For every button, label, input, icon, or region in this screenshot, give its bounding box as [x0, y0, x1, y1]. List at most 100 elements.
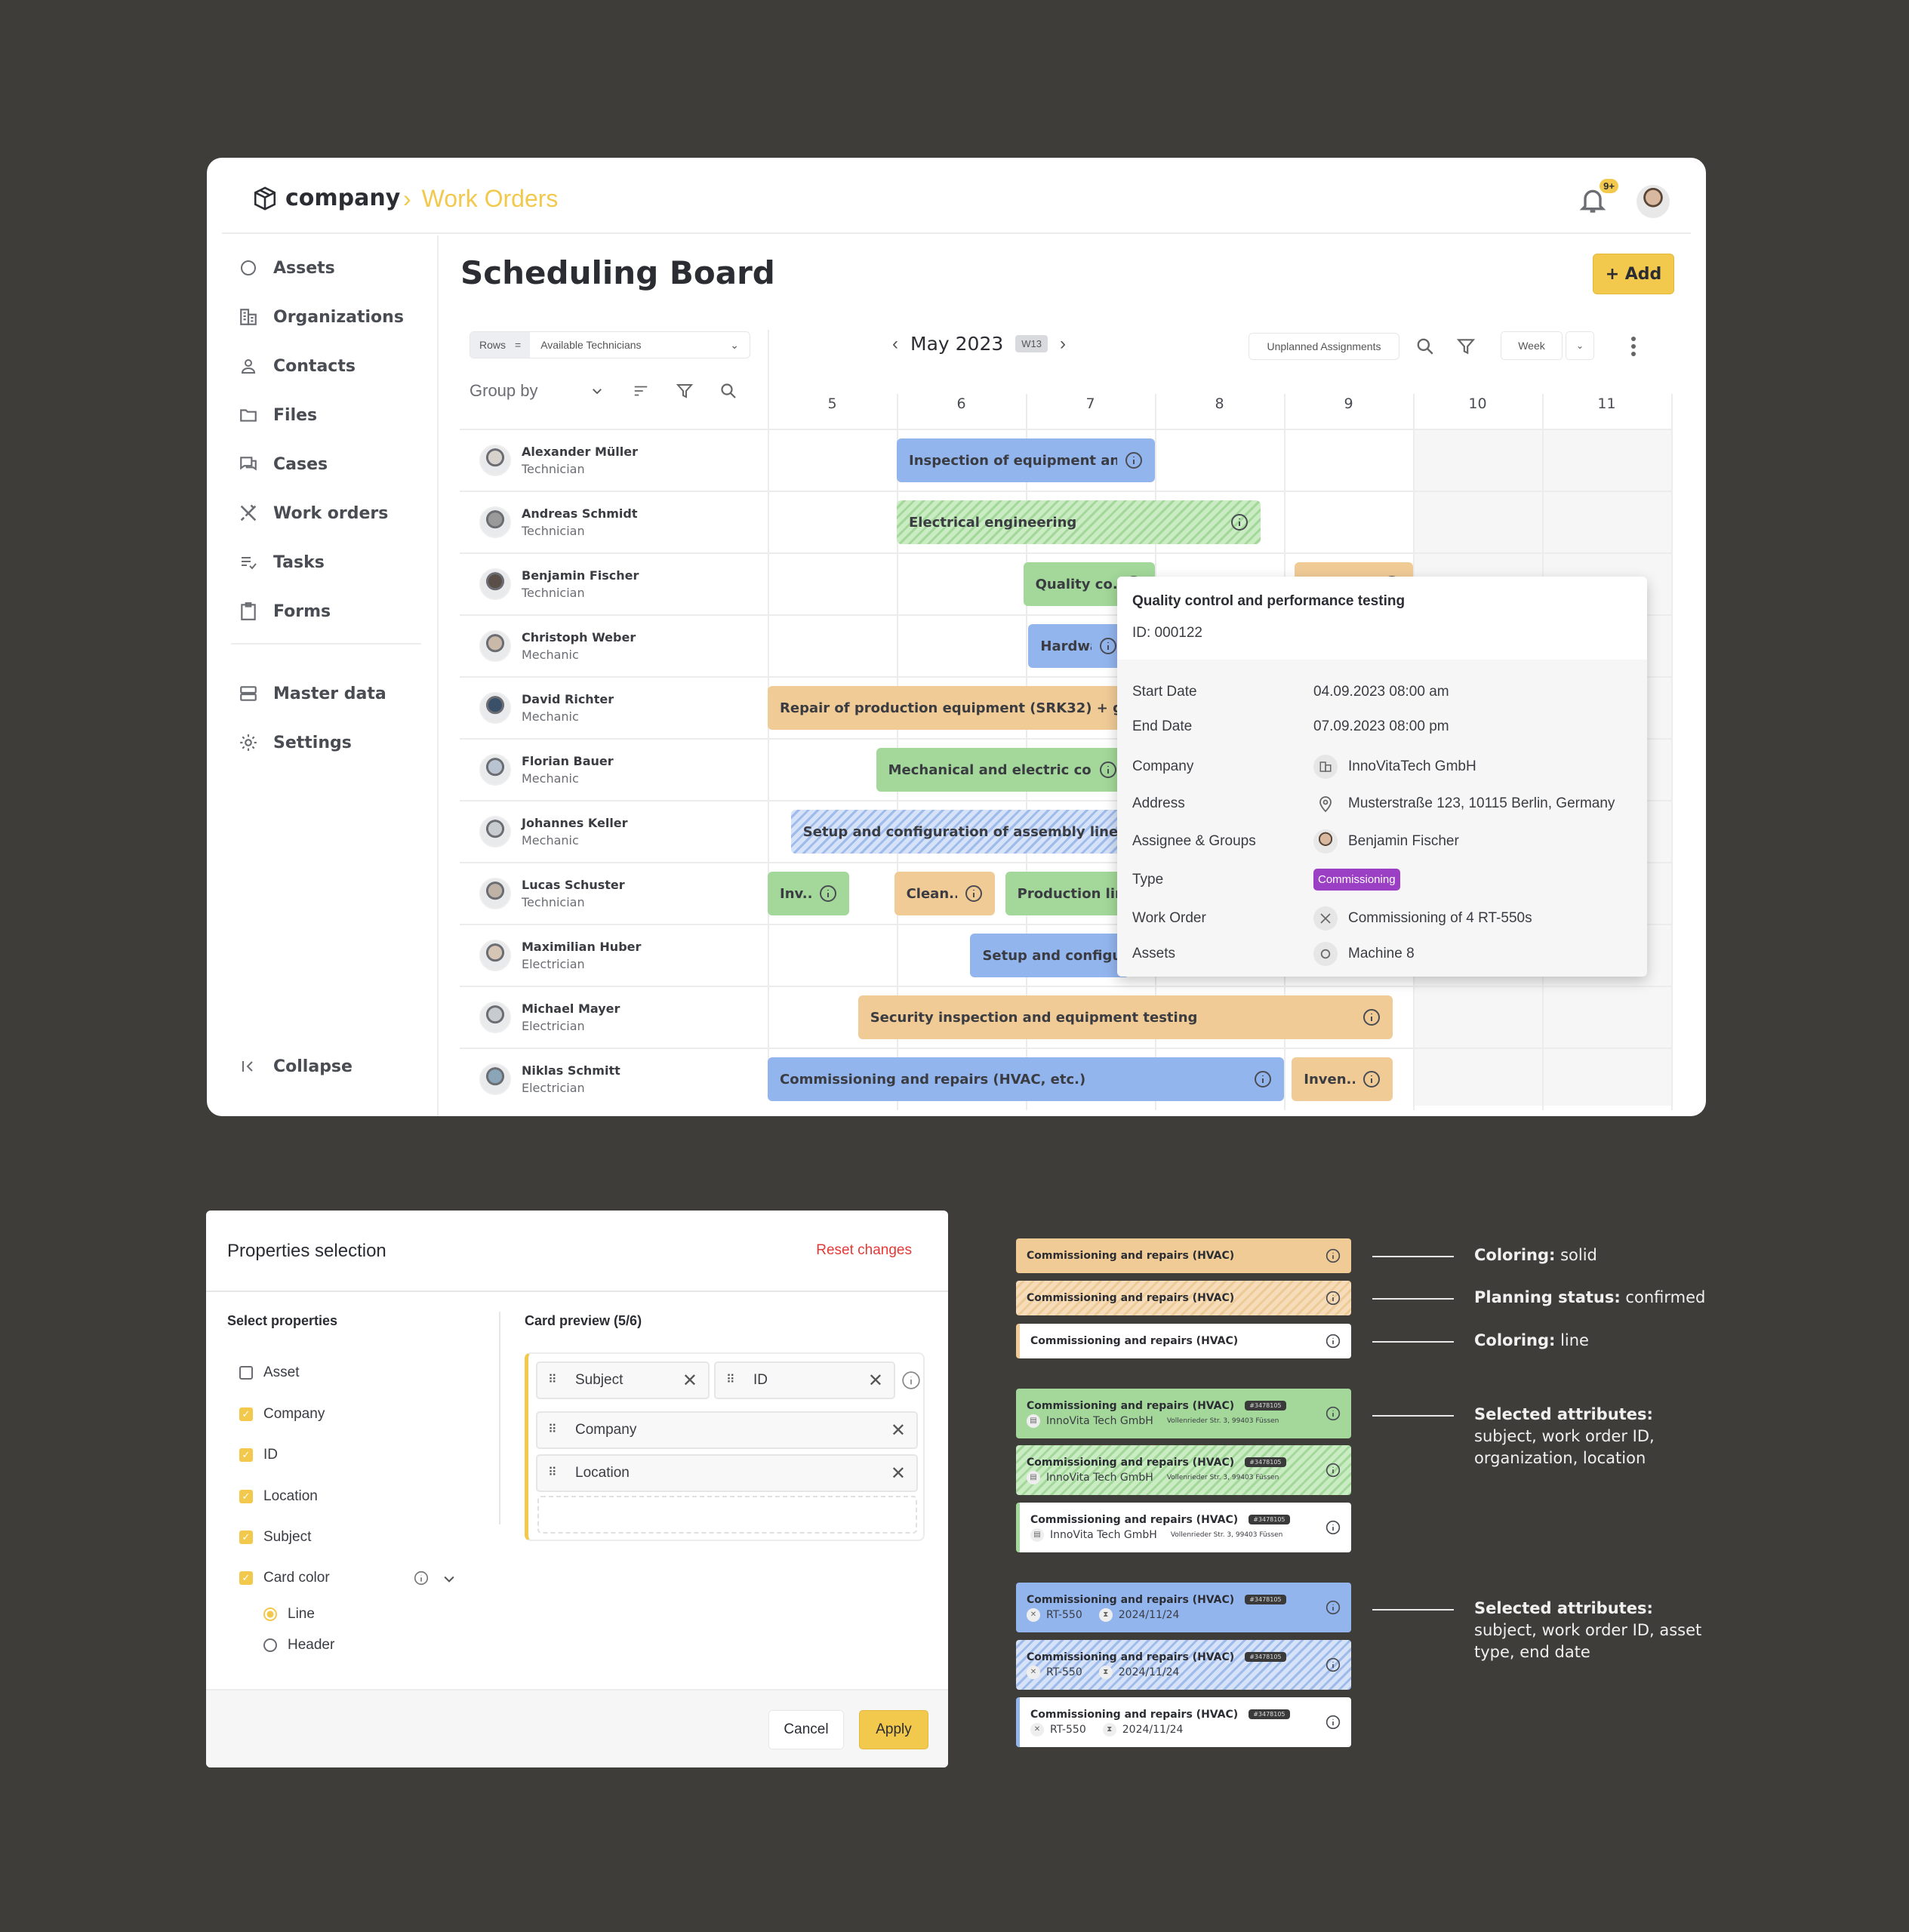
assignment-bar[interactable]: Inven... — [1292, 1057, 1393, 1101]
property-option[interactable]: ✓ Company — [239, 1406, 325, 1423]
filter-icon[interactable] — [1454, 334, 1478, 358]
technician-row[interactable]: Benjamin Fischer Technician — [460, 553, 768, 615]
remove-icon[interactable]: ✕ — [891, 1463, 906, 1484]
assignment-bar[interactable]: Setup and configuration of assembly line — [790, 810, 1129, 854]
radio-header[interactable]: Header — [263, 1637, 334, 1654]
checkbox[interactable]: ✓ — [239, 1490, 253, 1503]
company-logo[interactable]: company — [252, 185, 400, 211]
checkbox[interactable]: ✓ — [239, 1448, 253, 1462]
chevron-down-icon[interactable] — [442, 1571, 457, 1590]
technician-row[interactable]: David Richter Mechanic — [460, 677, 768, 739]
checkbox[interactable]: ✓ — [239, 1531, 253, 1544]
reset-changes-link[interactable]: Reset changes — [816, 1242, 912, 1259]
sidebar-item-tasks[interactable]: Tasks — [237, 551, 325, 574]
view-dropdown-button[interactable]: ⌄ — [1566, 331, 1594, 360]
assignment-bar[interactable]: Inspection of equipment and... — [897, 438, 1155, 482]
popover-value-text[interactable]: Machine 8 — [1348, 946, 1415, 962]
property-option[interactable]: Asset — [239, 1364, 300, 1381]
info-icon[interactable] — [1099, 761, 1117, 779]
info-icon[interactable] — [1326, 1715, 1341, 1730]
assignment-bar[interactable]: Hardware — [1028, 624, 1129, 668]
more-vertical-icon[interactable] — [1621, 334, 1646, 358]
assignment-bar[interactable]: Security inspection and equipment testin… — [858, 995, 1393, 1039]
next-month-button[interactable]: › — [1060, 334, 1066, 355]
technician-row[interactable]: Florian Bauer Mechanic — [460, 739, 768, 801]
chip-id[interactable]: ⠿ ID ✕ — [714, 1361, 895, 1399]
technician-row[interactable]: Andreas Schmidt Technician — [460, 491, 768, 553]
technician-row[interactable]: Niklas Schmitt Electrician — [460, 1048, 768, 1110]
assignment-bar[interactable]: Commissioning and repairs (HVAC, etc.) — [768, 1057, 1284, 1101]
technician-row[interactable]: Maximilian Huber Electrician — [460, 924, 768, 986]
chip-subject[interactable]: ⠿ Subject ✕ — [536, 1361, 710, 1399]
info-icon[interactable] — [413, 1570, 430, 1590]
cancel-button[interactable]: Cancel — [768, 1710, 844, 1749]
sidebar-item-master-data[interactable]: Master data — [237, 682, 386, 705]
info-icon[interactable] — [965, 884, 983, 903]
property-option[interactable]: ✓ Location — [239, 1488, 318, 1505]
info-icon[interactable] — [1099, 637, 1117, 655]
remove-icon[interactable]: ✕ — [682, 1370, 697, 1392]
sidebar-item-work-orders[interactable]: Work orders — [237, 502, 388, 525]
info-icon[interactable] — [1125, 451, 1143, 469]
technician-row[interactable]: Lucas Schuster Technician — [460, 863, 768, 924]
assignment-bar[interactable]: Setup and configura — [970, 934, 1129, 977]
chip-location[interactable]: ⠿ Location ✕ — [536, 1454, 918, 1492]
drag-handle-icon[interactable]: ⠿ — [726, 1374, 737, 1386]
add-button[interactable]: + Add — [1593, 254, 1674, 294]
collapse-button[interactable]: Collapse — [237, 1055, 353, 1078]
property-option[interactable]: ✓ Card color — [239, 1570, 330, 1586]
assignment-bar[interactable]: Inv... — [768, 872, 849, 915]
view-select-value[interactable]: Week — [1501, 331, 1563, 360]
info-icon[interactable] — [1326, 1520, 1341, 1535]
rows-select[interactable]: Rows = Available Technicians ⌄ — [470, 331, 750, 358]
radio-line[interactable]: Line — [263, 1606, 315, 1623]
checkbox[interactable] — [239, 1366, 253, 1380]
property-option[interactable]: ✓ ID — [239, 1447, 278, 1463]
chip-company[interactable]: ⠿ Company ✕ — [536, 1411, 918, 1449]
technician-row[interactable]: Alexander Müller Technician — [460, 429, 768, 491]
info-icon[interactable] — [1230, 513, 1249, 531]
info-icon[interactable] — [1326, 1463, 1341, 1478]
sidebar-item-assets[interactable]: Assets — [237, 257, 335, 279]
assignment-bar[interactable]: Clean... — [894, 872, 995, 915]
technician-row[interactable]: Johannes Keller Mechanic — [460, 801, 768, 863]
sidebar-item-forms[interactable]: Forms — [237, 600, 331, 623]
assignment-bar[interactable]: Production line — [1005, 872, 1129, 915]
drag-handle-icon[interactable]: ⠿ — [548, 1467, 559, 1478]
sidebar-item-contacts[interactable]: Contacts — [237, 355, 356, 377]
assignment-bar[interactable]: Mechanical and electric com... — [876, 748, 1129, 792]
sidebar-item-files[interactable]: Files — [237, 404, 317, 426]
sidebar-item-organizations[interactable]: Organizations — [237, 306, 404, 328]
checkbox[interactable]: ✓ — [239, 1407, 253, 1421]
technician-row[interactable]: Christoph Weber Mechanic — [460, 615, 768, 677]
remove-icon[interactable]: ✕ — [891, 1420, 906, 1441]
radio-button[interactable] — [263, 1638, 277, 1652]
info-icon[interactable] — [1362, 1070, 1381, 1088]
technician-row[interactable]: Michael Mayer Electrician — [460, 986, 768, 1048]
chip-drop-zone[interactable] — [537, 1496, 917, 1534]
drag-handle-icon[interactable]: ⠿ — [548, 1374, 559, 1386]
info-icon[interactable] — [1326, 1600, 1341, 1615]
assignment-bar[interactable]: Repair of production equipment (SRK32) +… — [768, 686, 1129, 730]
unplanned-assignments-button[interactable]: Unplanned Assignments — [1249, 333, 1399, 360]
info-icon[interactable] — [1326, 1334, 1341, 1349]
property-option[interactable]: ✓ Subject — [239, 1529, 311, 1546]
info-icon[interactable] — [1326, 1657, 1341, 1672]
checkbox[interactable]: ✓ — [239, 1571, 253, 1585]
search-icon[interactable] — [1413, 334, 1437, 358]
info-icon[interactable] — [819, 884, 837, 903]
user-avatar[interactable] — [1637, 185, 1670, 218]
info-icon[interactable] — [1254, 1070, 1272, 1088]
info-icon[interactable] — [1326, 1406, 1341, 1421]
breadcrumb-work-orders[interactable]: Work Orders — [422, 185, 559, 213]
assignment-bar[interactable]: Electrical engineering — [897, 500, 1261, 544]
popover-value-text[interactable]: Commissioning of 4 RT-550s — [1348, 910, 1532, 927]
info-icon[interactable] — [901, 1371, 921, 1394]
info-icon[interactable] — [1362, 1008, 1381, 1026]
sidebar-item-settings[interactable]: Settings — [237, 731, 352, 754]
info-icon[interactable] — [1326, 1248, 1341, 1263]
info-icon[interactable] — [1326, 1291, 1341, 1306]
sidebar-item-cases[interactable]: Cases — [237, 453, 328, 475]
remove-icon[interactable]: ✕ — [868, 1370, 883, 1392]
radio-button[interactable] — [263, 1607, 277, 1621]
